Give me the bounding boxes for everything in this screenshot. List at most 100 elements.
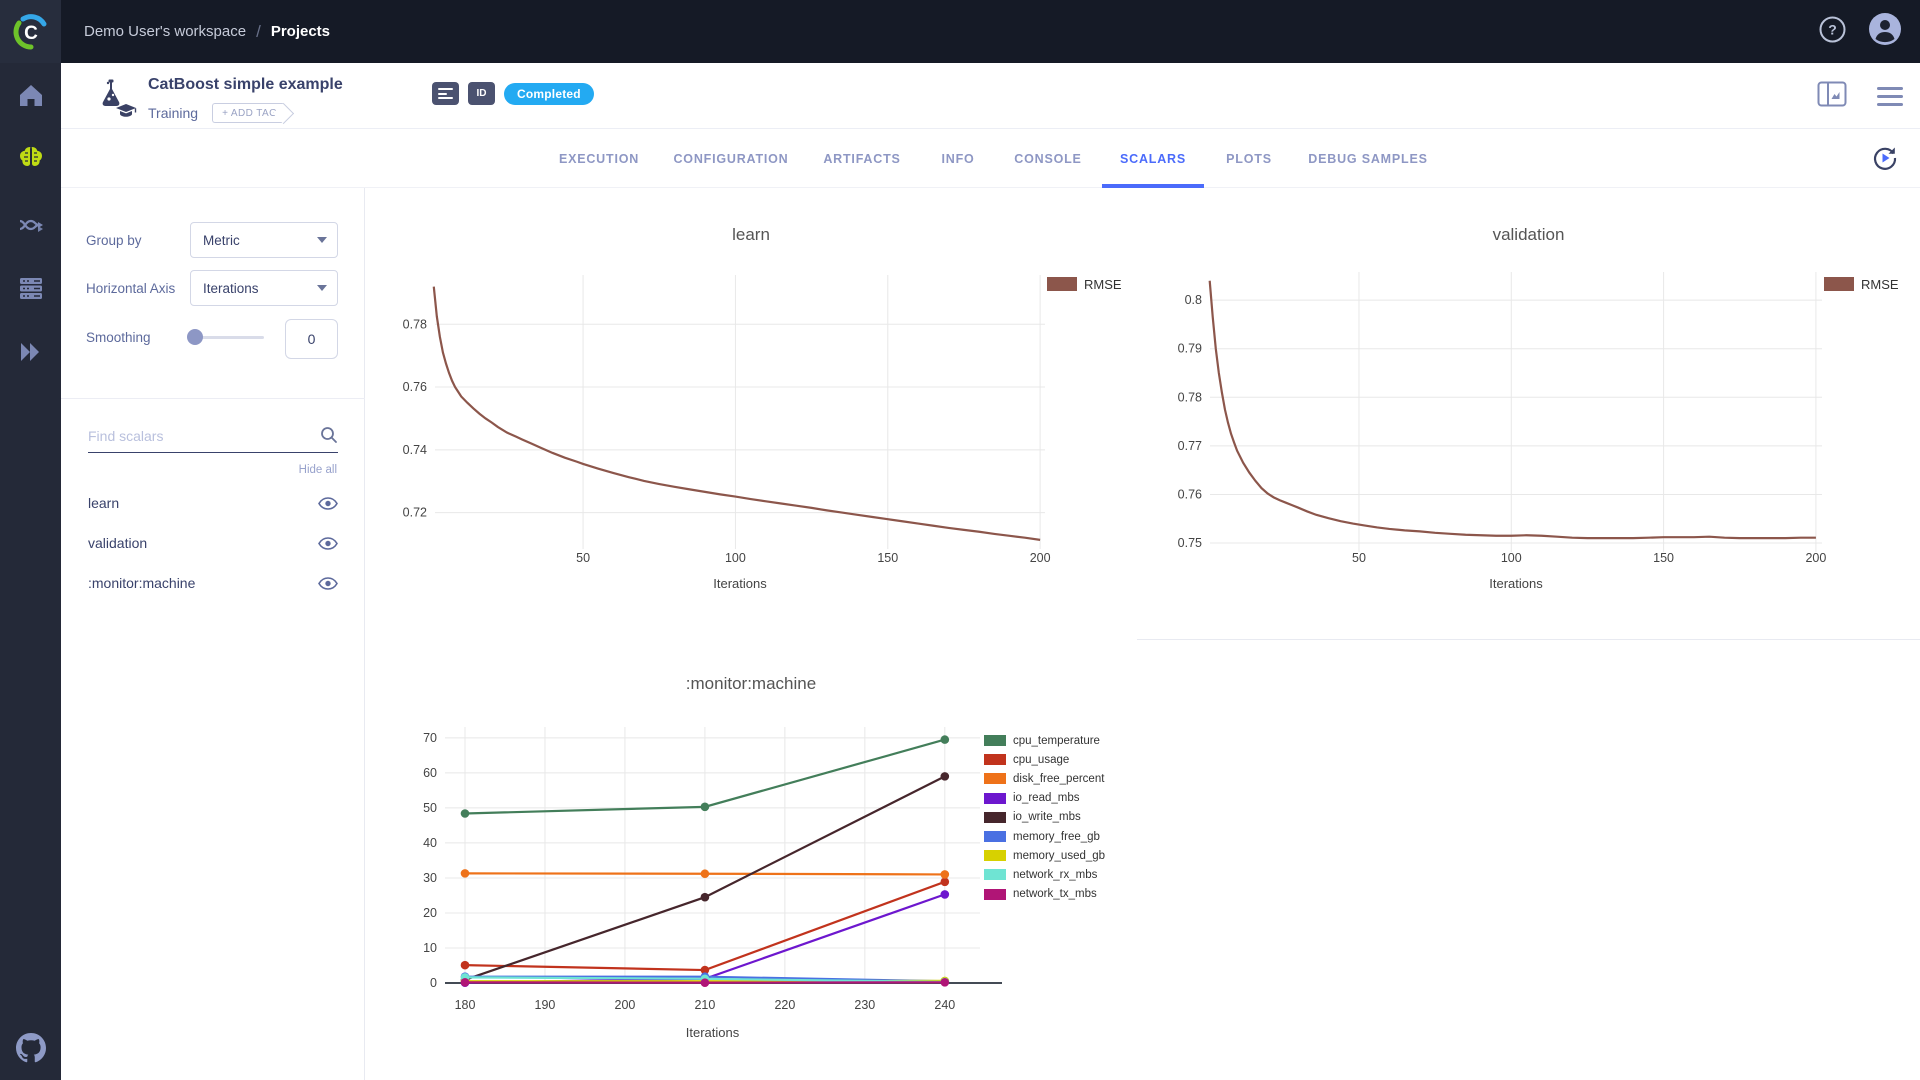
top-bar: Demo User's workspace / Projects ?	[61, 0, 1920, 63]
legend-label: io_read_mbs	[1013, 792, 1079, 804]
legend-item-memory_free_gb[interactable]: memory_free_gb	[984, 827, 1105, 846]
svg-text:0.79: 0.79	[1178, 342, 1202, 356]
legend-item-io_read_mbs[interactable]: io_read_mbs	[984, 789, 1105, 808]
eye-icon[interactable]	[318, 537, 338, 550]
x-axis-label: Iterations	[1489, 576, 1543, 591]
status-badge: Completed	[504, 83, 594, 105]
monitor-machine-chart[interactable]: 180190200210220230240010203040506070Iter…	[365, 639, 1137, 1080]
clearml-logo[interactable]: C	[0, 0, 61, 63]
group-by-dropdown[interactable]: Metric	[190, 222, 338, 258]
learn-chart[interactable]: 501001502000.720.740.760.78Iterations le…	[365, 188, 1137, 639]
legend-swatch	[984, 850, 1006, 861]
eye-icon[interactable]	[318, 497, 338, 510]
svg-text:230: 230	[854, 998, 875, 1012]
svg-text:190: 190	[535, 998, 556, 1012]
legend-item-RMSE[interactable]: RMSE	[1824, 274, 1899, 294]
legend-item-disk_free_percent[interactable]: disk_free_percent	[984, 769, 1105, 788]
scalar-item-learn[interactable]: learn	[88, 491, 338, 515]
smoothing-value-input[interactable]: 0	[285, 319, 338, 359]
legend-item-memory_used_gb[interactable]: memory_used_gb	[984, 846, 1105, 865]
x-axis-label: Iterations	[713, 576, 767, 591]
svg-text:0.77: 0.77	[1178, 439, 1202, 453]
svg-text:0.78: 0.78	[403, 317, 427, 331]
legend-item-io_write_mbs[interactable]: io_write_mbs	[984, 808, 1105, 827]
breadcrumb-separator: /	[256, 22, 261, 42]
chart-title: learn	[365, 225, 1137, 245]
refresh-icon[interactable]	[1870, 143, 1900, 178]
svg-text:150: 150	[877, 551, 898, 565]
validation-chart[interactable]: 501001502000.750.760.770.780.790.8Iterat…	[1137, 188, 1920, 639]
legend-item-network_tx_mbs[interactable]: network_tx_mbs	[984, 885, 1105, 904]
svg-text:0.74: 0.74	[403, 443, 427, 457]
svg-text:50: 50	[576, 551, 590, 565]
legend-label: network_tx_mbs	[1013, 888, 1097, 900]
app-window: C	[0, 0, 1920, 1080]
chart-canvas[interactable]: 501001502000.720.740.760.78Iterations	[365, 188, 1137, 639]
tab-console[interactable]: CONSOLE	[1014, 129, 1081, 188]
chart-legend: RMSE	[1824, 274, 1899, 294]
tab-artifacts[interactable]: ARTIFACTS	[823, 129, 900, 188]
tab-debug-samples[interactable]: DEBUG SAMPLES	[1308, 129, 1427, 188]
hide-all-button[interactable]: Hide all	[299, 464, 337, 476]
breadcrumb-projects[interactable]: Projects	[271, 23, 330, 40]
svg-text:50: 50	[423, 801, 437, 815]
horizontal-axis-dropdown[interactable]: Iterations	[190, 270, 338, 306]
help-icon[interactable]: ?	[1819, 16, 1846, 48]
search-input[interactable]	[88, 426, 338, 453]
avatar[interactable]	[1868, 12, 1902, 51]
svg-text:0.76: 0.76	[403, 380, 427, 394]
add-tag-button[interactable]: + ADD TAG	[212, 103, 283, 123]
group-by-label: Group by	[86, 233, 142, 248]
tab-configuration[interactable]: CONFIGURATION	[673, 129, 788, 188]
workers-icon[interactable]	[0, 274, 61, 302]
chart-canvas[interactable]: 501001502000.750.760.770.780.790.8Iterat…	[1137, 188, 1920, 639]
home-icon[interactable]	[0, 81, 61, 109]
legend-item-RMSE[interactable]: RMSE	[1047, 274, 1122, 294]
svg-text:240: 240	[934, 998, 955, 1012]
svg-text:0.8: 0.8	[1185, 293, 1202, 307]
panel-divider	[61, 398, 365, 399]
tab-scalars[interactable]: SCALARS	[1120, 129, 1186, 188]
experiment-title: CatBoost simple example	[148, 76, 343, 94]
horizontal-axis-label: Horizontal Axis	[86, 281, 175, 296]
svg-text:0.76: 0.76	[1178, 487, 1202, 501]
series-RMSE	[1210, 281, 1816, 538]
scalar-item-validation[interactable]: validation	[88, 531, 338, 555]
output-chip-icon[interactable]	[432, 82, 459, 105]
legend-label: RMSE	[1084, 277, 1122, 292]
breadcrumb: Demo User's workspace / Projects	[84, 22, 330, 42]
legend-item-network_rx_mbs[interactable]: network_rx_mbs	[984, 865, 1105, 884]
svg-text:30: 30	[423, 871, 437, 885]
tab-info[interactable]: INFO	[941, 129, 974, 188]
scalar-item-label: learn	[88, 495, 119, 511]
svg-text:100: 100	[725, 551, 746, 565]
expand-icon[interactable]	[0, 338, 61, 366]
legend-swatch	[1824, 277, 1854, 291]
svg-text:0.78: 0.78	[1178, 390, 1202, 404]
github-icon[interactable]	[0, 1033, 61, 1063]
legend-item-cpu_usage[interactable]: cpu_usage	[984, 750, 1105, 769]
projects-brain-icon[interactable]	[0, 144, 61, 174]
tab-plots[interactable]: PLOTS	[1226, 129, 1272, 188]
smoothing-slider-thumb[interactable]	[187, 329, 203, 345]
eye-icon[interactable]	[318, 577, 338, 590]
experiment-flask-icon	[94, 77, 140, 122]
x-axis-label: Iterations	[686, 1025, 740, 1040]
pipelines-icon[interactable]	[0, 210, 61, 240]
legend-swatch	[984, 793, 1006, 804]
columns-view-icon[interactable]	[1817, 81, 1847, 112]
menu-icon[interactable]	[1877, 87, 1903, 107]
legend-swatch	[984, 889, 1006, 900]
legend-label: network_rx_mbs	[1013, 869, 1097, 881]
legend-swatch	[984, 831, 1006, 842]
tab-execution[interactable]: EXECUTION	[559, 129, 639, 188]
legend-swatch	[984, 812, 1006, 823]
scalar-item--monitor-machine[interactable]: :monitor:machine	[88, 571, 338, 595]
id-chip[interactable]: ID	[468, 82, 495, 105]
svg-text:220: 220	[774, 998, 795, 1012]
svg-text:150: 150	[1653, 551, 1674, 565]
search-icon[interactable]	[320, 426, 338, 449]
chart-legend: RMSE	[1047, 274, 1122, 294]
legend-item-cpu_temperature[interactable]: cpu_temperature	[984, 731, 1105, 750]
breadcrumb-workspace[interactable]: Demo User's workspace	[84, 23, 246, 40]
